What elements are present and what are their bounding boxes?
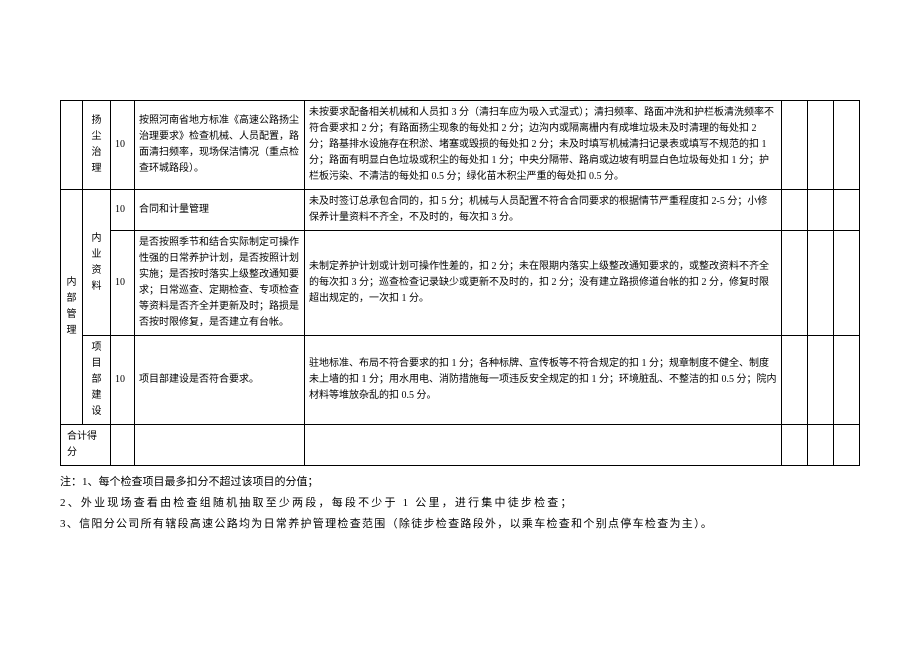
cell-blank	[111, 425, 135, 466]
cell-blank	[782, 101, 808, 190]
cell-requirement: 项目部建设是否符合要求。	[135, 336, 305, 425]
cell-blank	[834, 101, 860, 190]
table-row: 内部管理 内业资料 10 合同和计量管理 未及时签订总承包合同的，扣 5 分；机…	[61, 190, 860, 231]
cell-subitem: 内业资料	[83, 190, 111, 336]
inspection-table: 扬尘治理 10 按照河南省地方标准《高速公路扬尘治理要求》检查机械、人员配置，路…	[60, 100, 860, 466]
cell-blank	[834, 425, 860, 466]
cell-blank	[808, 101, 834, 190]
cell-subitem: 扬尘治理	[83, 101, 111, 190]
cell-blank	[782, 336, 808, 425]
cell-category: 内部管理	[61, 190, 83, 425]
document-page: 扬尘治理 10 按照河南省地方标准《高速公路扬尘治理要求》检查机械、人员配置，路…	[0, 0, 920, 575]
cell-blank	[782, 231, 808, 336]
footnotes: 注：1、每个检查项目最多扣分不超过该项目的分值； 2、外业现场查看由检查组随机抽…	[60, 472, 860, 535]
table-row: 扬尘治理 10 按照河南省地方标准《高速公路扬尘治理要求》检查机械、人员配置，路…	[61, 101, 860, 190]
cell-blank	[834, 231, 860, 336]
cell-standard: 未按要求配备相关机械和人员扣 3 分（清扫车应为吸入式湿式）；清扫频率、路面冲洗…	[305, 101, 782, 190]
cell-blank	[834, 336, 860, 425]
cell-score: 10	[111, 190, 135, 231]
footnote-2: 2、外业现场查看由检查组随机抽取至少两段，每段不少于 1 公里，进行集中徒步检查…	[60, 493, 860, 514]
cell-blank	[808, 190, 834, 231]
cell-blank	[782, 425, 808, 466]
table-row: 项目部建设 10 项目部建设是否符合要求。 驻地标准、布局不符合要求的扣 1 分…	[61, 336, 860, 425]
cell-blank	[808, 336, 834, 425]
footnote-3: 3、信阳分公司所有辖段高速公路均为日常养护管理检查范围（除徒步检查路段外，以乘车…	[60, 514, 860, 535]
cell-blank	[808, 231, 834, 336]
cell-blank	[305, 425, 782, 466]
cell-score: 10	[111, 101, 135, 190]
cell-requirement: 合同和计量管理	[135, 190, 305, 231]
cell-blank	[808, 425, 834, 466]
cell-score: 10	[111, 336, 135, 425]
cell-category	[61, 101, 83, 190]
cell-blank	[834, 190, 860, 231]
table-row: 10 是否按照季节和结合实际制定可操作性强的日常养护计划，是否按照计划实施；是否…	[61, 231, 860, 336]
table-row-total: 合计得分	[61, 425, 860, 466]
cell-total-label: 合计得分	[61, 425, 111, 466]
footnote-1: 注：1、每个检查项目最多扣分不超过该项目的分值；	[60, 472, 860, 493]
cell-standard: 未及时签订总承包合同的，扣 5 分；机械与人员配置不符合合同要求的根据情节严重程…	[305, 190, 782, 231]
cell-standard: 未制定养护计划或计划可操作性差的，扣 2 分；未在限期内落实上级整改通知要求的，…	[305, 231, 782, 336]
cell-subitem: 项目部建设	[83, 336, 111, 425]
cell-blank	[782, 190, 808, 231]
cell-blank	[135, 425, 305, 466]
cell-standard: 驻地标准、布局不符合要求的扣 1 分；各种标牌、宣传板等不符合规定的扣 1 分；…	[305, 336, 782, 425]
cell-score: 10	[111, 231, 135, 336]
cell-requirement: 是否按照季节和结合实际制定可操作性强的日常养护计划，是否按照计划实施；是否按时落…	[135, 231, 305, 336]
cell-requirement: 按照河南省地方标准《高速公路扬尘治理要求》检查机械、人员配置，路面清扫频率，现场…	[135, 101, 305, 190]
